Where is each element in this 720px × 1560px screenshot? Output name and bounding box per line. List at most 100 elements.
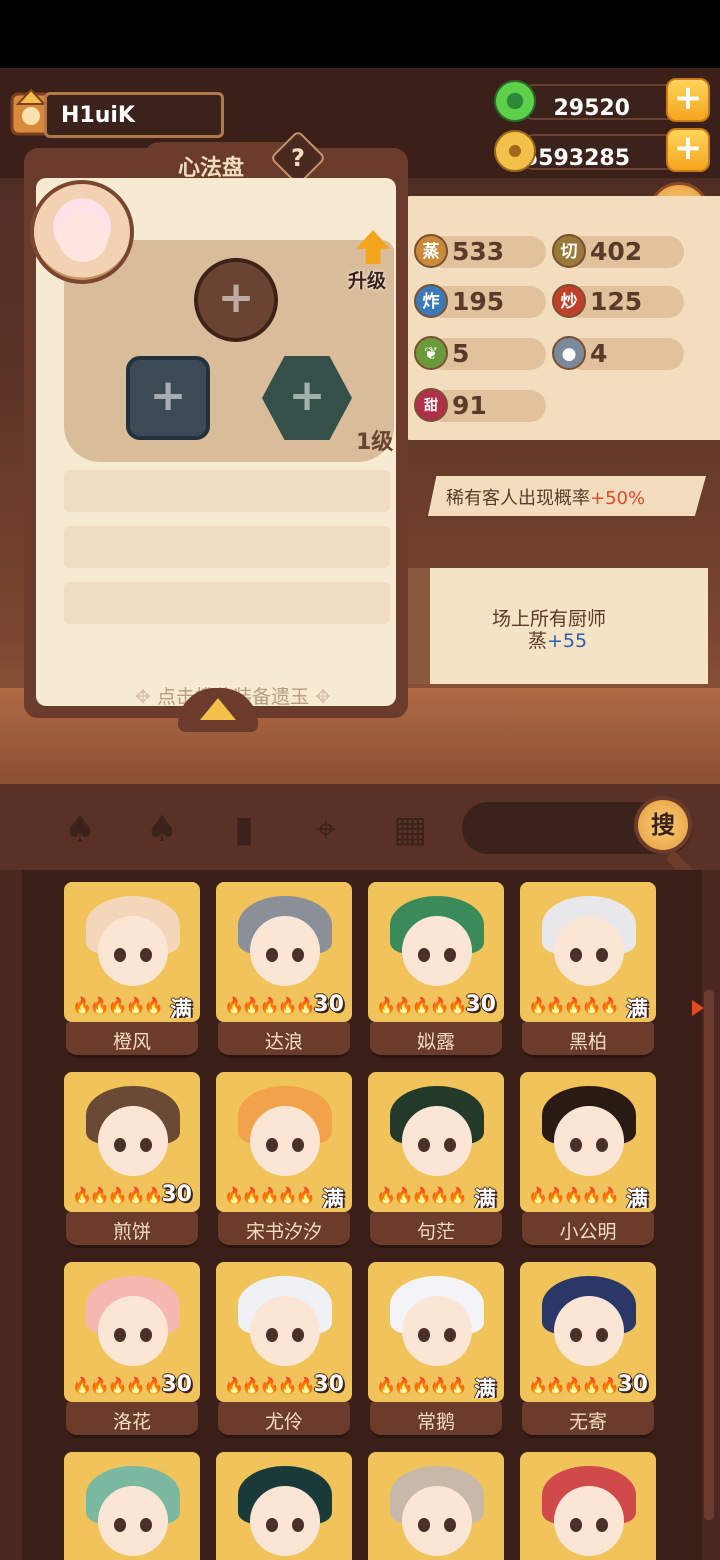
stirfry-icon: 炒	[552, 284, 586, 318]
chef-card[interactable]: 🔥🔥🔥🔥🔥 满句茫	[368, 1072, 504, 1250]
chef-card[interactable]: 🔥🔥🔥🔥🔥 满常鹅	[368, 1262, 504, 1440]
chef-eye	[266, 1138, 278, 1152]
stat-sweet: 甜 91	[414, 388, 546, 422]
player-name-bar: H1uiK	[44, 92, 224, 138]
card-frame: 🔥🔥🔥🔥🔥 满	[520, 882, 656, 1022]
search-input[interactable]	[480, 812, 630, 844]
chef-eye	[266, 1328, 278, 1342]
chef-eye	[570, 1138, 582, 1152]
star-flames-icon: 🔥🔥🔥🔥🔥	[224, 996, 316, 1015]
chef-card[interactable]: 🔥🔥🔥🔥🔥 满橙风	[64, 882, 200, 1060]
chef-portrait: 🔥🔥🔥🔥🔥 30	[220, 1266, 348, 1398]
chef-card[interactable]: 🔥🔥🔥🔥🔥 满宋书汐汐	[216, 1072, 352, 1250]
chef-card[interactable]	[216, 1452, 352, 1560]
jar-icon[interactable]: ▮	[222, 808, 266, 852]
jade-coin-icon	[494, 80, 536, 122]
star-flames-icon: 🔥🔥🔥🔥🔥	[528, 996, 620, 1015]
chef-card[interactable]: 🔥🔥🔥🔥🔥 30 无寄	[520, 1262, 656, 1440]
rare-bonus-label: 稀有客人出现概率	[446, 488, 590, 509]
steam-icon: 蒸	[414, 234, 448, 268]
card-frame: 🔥🔥🔥🔥🔥 30	[368, 882, 504, 1022]
chef-card[interactable]: 🔥🔥🔥🔥🔥 满小公明	[520, 1072, 656, 1250]
chef-portrait: 🔥🔥🔥🔥🔥 满	[524, 1076, 652, 1208]
stat-meat: ● 4	[552, 336, 684, 370]
card-frame	[520, 1452, 656, 1560]
chef-name: 煎饼	[112, 1221, 151, 1243]
chef-face	[250, 916, 320, 986]
diamond-icon: ✥	[309, 686, 331, 708]
chef-level-badge: 30	[161, 1372, 192, 1397]
chef-card[interactable]	[64, 1452, 200, 1560]
chef-portrait: 🔥🔥🔥🔥🔥 满	[524, 886, 652, 1018]
chef-face	[554, 1296, 624, 1366]
chef-avatar[interactable]	[30, 180, 134, 284]
help-button[interactable]: ?	[280, 144, 316, 172]
chef-eye	[266, 948, 278, 962]
chef-eye	[418, 948, 430, 962]
chef-card[interactable]	[368, 1452, 504, 1560]
scrollbar[interactable]	[704, 990, 714, 1520]
chef-card[interactable]: 🔥🔥🔥🔥🔥 30 尤伶	[216, 1262, 352, 1440]
stat-steam: 蒸 533	[414, 234, 546, 268]
chef-eye	[444, 1328, 456, 1342]
stat-value: 5	[452, 339, 470, 368]
chef-eye	[418, 1518, 430, 1532]
shovel-icon[interactable]: ♠	[58, 808, 102, 852]
chef-card[interactable]: 🔥🔥🔥🔥🔥 30 姒露	[368, 882, 504, 1060]
chef-portrait	[220, 1456, 348, 1560]
chef-face	[554, 916, 624, 986]
chef-portrait: 🔥🔥🔥🔥🔥 满	[372, 1076, 500, 1208]
card-frame	[368, 1452, 504, 1560]
map-icon[interactable]: ▦	[388, 808, 432, 852]
chef-face	[98, 1486, 168, 1556]
rare-bonus-text: 稀有客人出现概率+50%	[446, 484, 645, 510]
gold-coin-icon	[494, 130, 536, 172]
card-frame: 🔥🔥🔥🔥🔥 30	[216, 1262, 352, 1402]
card-frame: 🔥🔥🔥🔥🔥 满	[64, 882, 200, 1022]
chef-portrait: 🔥🔥🔥🔥🔥 30	[68, 1076, 196, 1208]
chef-face	[250, 1106, 320, 1176]
search-button[interactable]: 搜	[634, 796, 692, 854]
stat-value: 533	[452, 237, 505, 266]
chef-card[interactable]	[520, 1452, 656, 1560]
chef-portrait: 🔥🔥🔥🔥🔥 30	[220, 886, 348, 1018]
jade-slot-square[interactable]: +	[126, 356, 210, 440]
up-arrow-icon	[356, 230, 390, 264]
effect-line	[64, 470, 390, 512]
name-plate: 黑柏	[522, 1022, 654, 1058]
chef-name: 句茫	[416, 1221, 455, 1243]
chef-name: 尤伶	[264, 1411, 303, 1433]
chef-level-badge: 满	[473, 1378, 496, 1398]
jade-currency: 29520 +	[494, 78, 714, 122]
chef-face	[554, 1106, 624, 1176]
player-info[interactable]: H1uiK	[4, 84, 224, 144]
chef-eye	[114, 1138, 126, 1152]
triangle-up-icon	[200, 698, 236, 720]
jade-slot-round[interactable]: +	[194, 258, 278, 342]
add-gold-button[interactable]: +	[666, 128, 710, 172]
add-jade-button[interactable]: +	[666, 78, 710, 122]
chef-face	[250, 1486, 320, 1556]
diamond-icon: ✥	[135, 686, 157, 708]
chef-card[interactable]: 🔥🔥🔥🔥🔥 30 煎饼	[64, 1072, 200, 1250]
chef-eye	[444, 1518, 456, 1532]
gold-currency: 5593285 +	[494, 128, 714, 172]
chef-portrait	[372, 1456, 500, 1560]
note-line-2: 蒸+55	[528, 626, 587, 653]
chef-eye	[444, 948, 456, 962]
chef-card[interactable]: 🔥🔥🔥🔥🔥 满黑柏	[520, 882, 656, 1060]
card-frame	[216, 1452, 352, 1560]
location-pin-icon[interactable]: ⌖	[304, 808, 348, 852]
sweet-icon: 甜	[414, 388, 448, 422]
chef-eye	[596, 1328, 608, 1342]
shovel-icon[interactable]: ♠	[140, 808, 184, 852]
star-flames-icon: 🔥🔥🔥🔥🔥	[376, 1376, 468, 1395]
chef-card[interactable]: 🔥🔥🔥🔥🔥 30 达浪	[216, 882, 352, 1060]
star-flames-icon: 🔥🔥🔥🔥🔥	[72, 1186, 164, 1205]
chef-card[interactable]: 🔥🔥🔥🔥🔥 30 洛花	[64, 1262, 200, 1440]
chef-name: 小公明	[559, 1221, 617, 1243]
stat-stirfry: 炒 125	[552, 284, 684, 318]
upgrade-button[interactable]: 升级	[342, 230, 404, 298]
chef-eye	[140, 1518, 152, 1532]
chef-face	[402, 1296, 472, 1366]
